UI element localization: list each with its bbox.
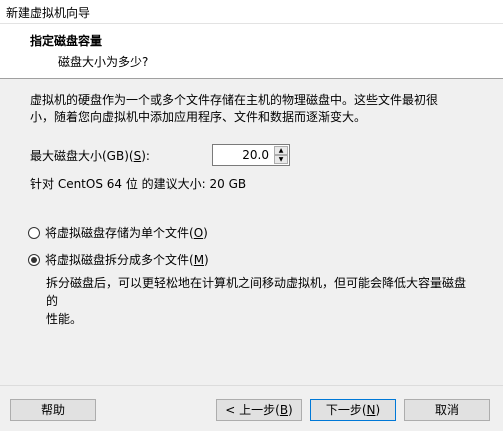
description-line: 虚拟机的硬盘作为一个或多个文件存储在主机的物理磁盘中。这些文件最初很 (30, 93, 439, 107)
max-disk-size-label: 最大磁盘大小(GB)(S): (30, 149, 150, 163)
help-button[interactable]: 帮助 (10, 399, 96, 421)
wizard-header: 指定磁盘容量 磁盘大小为多少? (0, 24, 503, 79)
back-button[interactable]: < 上一步(B) (216, 399, 302, 421)
description-text: 虚拟机的硬盘作为一个或多个文件存储在主机的物理磁盘中。这些文件最初很 小，随着您… (30, 92, 485, 126)
radio-selected-icon[interactable] (28, 253, 40, 266)
description-line: 小，随着您向虚拟机中添加应用程序、文件和数据而逐渐变大。 (30, 110, 367, 124)
title-bar: 新建虚拟机向导 (0, 0, 503, 24)
cancel-button[interactable]: 取消 (404, 399, 490, 421)
spin-down-icon[interactable]: ▼ (274, 155, 288, 164)
next-button[interactable]: 下一步(N) (310, 399, 396, 421)
page-title: 指定磁盘容量 (30, 34, 103, 48)
split-description-line: 拆分磁盘后，可以更轻松地在计算机之间移动虚拟机，但可能会降低大容量磁盘的 (46, 276, 467, 308)
radio-split-files-label: 将虚拟磁盘拆分成多个文件(M) (45, 253, 209, 267)
spin-up-icon[interactable]: ▲ (274, 146, 288, 155)
radio-icon[interactable] (28, 226, 40, 239)
radio-single-file-label: 将虚拟磁盘存储为单个文件(O) (45, 226, 208, 240)
disk-size-value[interactable]: 20.0 (242, 148, 269, 162)
recommended-size-text: 针对 CentOS 64 位 的建议大小: 20 GB (30, 177, 247, 191)
button-bar: 帮助 < 上一步(B) 下一步(N) 取消 (0, 385, 503, 431)
radio-single-file[interactable]: 将虚拟磁盘存储为单个文件(O) (28, 224, 208, 241)
window-title: 新建虚拟机向导 (6, 6, 91, 20)
radio-split-files[interactable]: 将虚拟磁盘拆分成多个文件(M) (28, 251, 209, 268)
disk-size-spinbox[interactable]: 20.0 ▲ ▼ (212, 144, 290, 166)
split-description-line: 性能。 (46, 312, 83, 326)
split-description: 拆分磁盘后，可以更轻松地在计算机之间移动虚拟机，但可能会降低大容量磁盘的 性能。 (46, 274, 466, 328)
page-subtitle: 磁盘大小为多少? (58, 55, 149, 69)
